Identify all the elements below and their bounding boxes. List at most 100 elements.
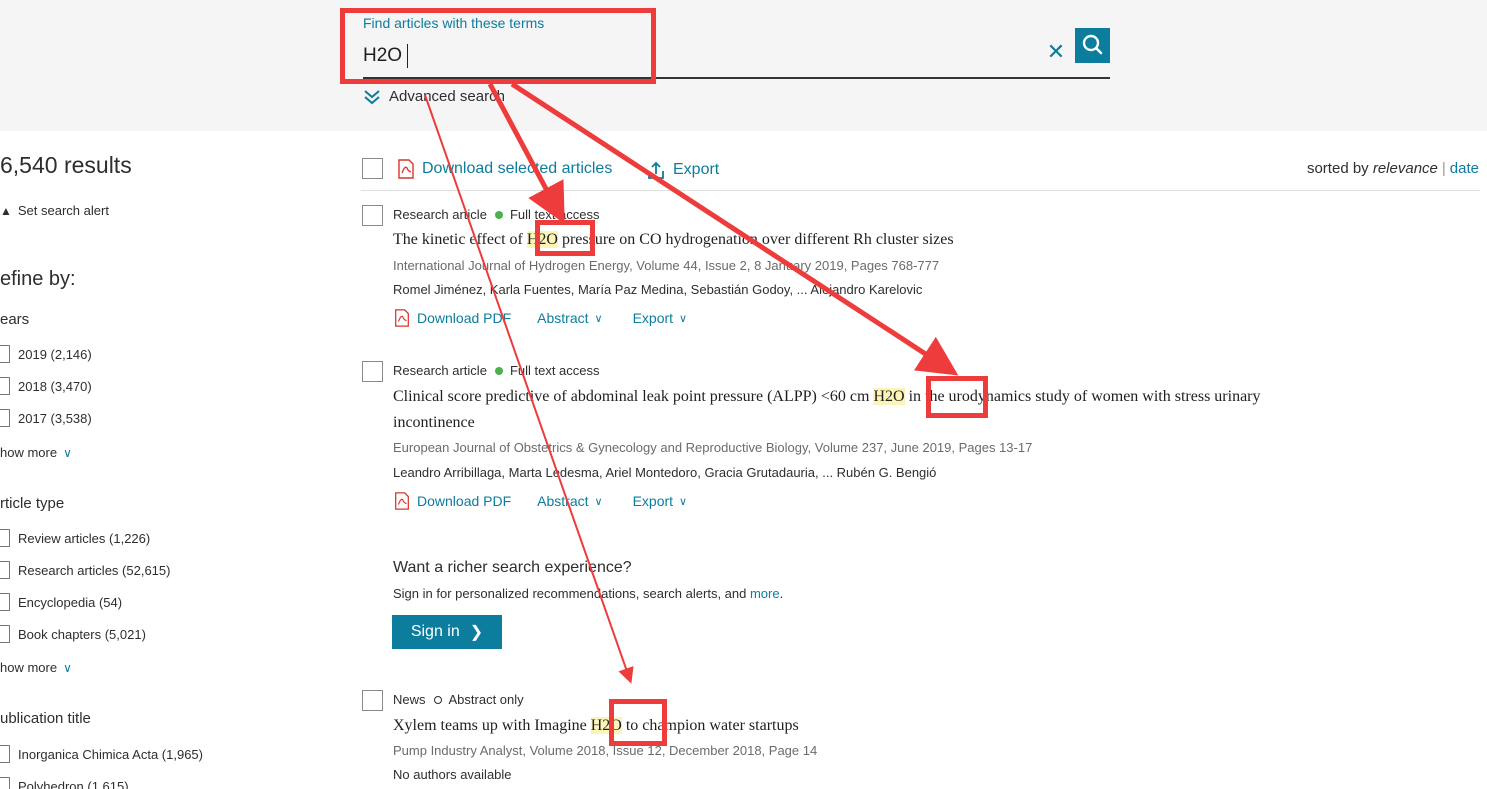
download-pdf-button[interactable]: Download PDF (393, 309, 511, 327)
result-meta: Research article Full text access (393, 363, 600, 378)
download-selected-label: Download selected articles (422, 160, 613, 177)
publication-title-facet-title: ublication title (0, 710, 91, 727)
access-dot-icon (433, 695, 442, 704)
annotation-box-result-3 (609, 699, 667, 746)
article-type-show-more[interactable]: how more ∨ (0, 660, 72, 675)
result-source: Pump Industry Analyst, Volume 2018, Issu… (393, 743, 818, 758)
export-toggle[interactable]: Export ∨ (633, 493, 688, 509)
export-toggle[interactable]: Export ∨ (633, 310, 688, 326)
article-type: News (393, 692, 426, 707)
facet-option-label: 2018 (3,470) (18, 378, 92, 394)
search-button[interactable] (1075, 28, 1110, 63)
facet-option-label: Book chapters (5,021) (18, 626, 146, 642)
facet-option-book-chapters[interactable]: Book chapters (5,021) (0, 625, 146, 643)
facet-option-label: Encyclopedia (54) (18, 594, 123, 610)
title-text: pressure on CO hydrogenation over differ… (557, 231, 954, 248)
checkbox[interactable] (0, 625, 10, 643)
title-text: Clinical score predictive of abdominal l… (393, 388, 874, 405)
facet-option-inorganica[interactable]: Inorganica Chimica Acta (1,965) (0, 745, 203, 763)
promo-text-body: Sign in for personalized recommendations… (393, 586, 750, 601)
facet-option-label: Research articles (52,615) (18, 562, 171, 578)
sort-relevance[interactable]: relevance (1373, 160, 1438, 177)
chevron-down-icon: ∨ (679, 312, 688, 325)
show-more-label: how more (0, 445, 58, 460)
facet-option-research[interactable]: Research articles (52,615) (0, 561, 170, 579)
chevron-down-icon: ∨ (63, 660, 72, 675)
abstract-label: Abstract (537, 493, 589, 509)
promo-text: Sign in for personalized recommendations… (393, 586, 783, 601)
promo-more-link[interactable]: more (750, 586, 780, 601)
chevron-down-icon: ∨ (679, 495, 688, 508)
select-all-checkbox[interactable] (362, 158, 383, 179)
checkbox[interactable] (0, 345, 10, 363)
abstract-toggle[interactable]: Abstract ∨ (537, 310, 602, 326)
checkbox[interactable] (0, 409, 10, 427)
advanced-search-toggle[interactable]: Advanced search (363, 88, 505, 105)
access-label: Abstract only (448, 692, 524, 707)
download-selected-button[interactable]: Download selected articles (396, 159, 612, 179)
checkbox[interactable] (0, 377, 10, 395)
facet-option-2017[interactable]: 2017 (3,538) (0, 409, 92, 427)
pdf-icon (395, 309, 409, 327)
checkbox[interactable] (0, 777, 10, 789)
result-title[interactable]: The kinetic effect of H2O pressure on CO… (393, 227, 954, 253)
facet-option-review[interactable]: Review articles (1,226) (0, 529, 150, 547)
chevron-right-icon: ❯ (469, 624, 484, 641)
facet-option-2018[interactable]: 2018 (3,470) (0, 377, 92, 395)
set-search-alert-link[interactable]: ▲ Set search alert (0, 203, 109, 218)
checkbox[interactable] (0, 593, 10, 611)
facet-option-label: Inorganica Chimica Acta (1,965) (18, 746, 203, 762)
checkbox[interactable] (0, 561, 10, 579)
access-dot-icon (494, 210, 503, 219)
sign-in-button[interactable]: Sign in ❯ (392, 615, 502, 649)
facet-option-label: Polyhedron (1,615) (18, 778, 129, 789)
export-button[interactable]: Export (646, 160, 719, 180)
chevron-down-icon: ∨ (594, 495, 603, 508)
result-authors: Romel Jiménez, Karla Fuentes, María Paz … (393, 282, 923, 297)
search-icon (1082, 34, 1103, 55)
checkbox[interactable] (0, 529, 10, 547)
download-pdf-button[interactable]: Download PDF (393, 492, 511, 510)
promo-title: Want a richer search experience? (393, 559, 632, 576)
facet-option-polyhedron[interactable]: Polyhedron (1,615) (0, 777, 129, 789)
annotation-box-search (340, 8, 656, 84)
facet-option-label: Review articles (1,226) (18, 530, 151, 546)
results-count: 6,540 results (0, 152, 132, 178)
years-facet-title: ears (0, 311, 30, 328)
result-source: International Journal of Hydrogen Energy… (393, 258, 940, 273)
facet-option-encyclopedia[interactable]: Encyclopedia (54) (0, 593, 122, 611)
years-show-more[interactable]: how more ∨ (0, 445, 72, 460)
facet-option-label: 2019 (2,146) (18, 346, 92, 362)
facet-option-2019[interactable]: 2019 (2,146) (0, 345, 92, 363)
abstract-toggle[interactable]: Abstract ∨ (537, 493, 602, 509)
access-dot-icon (494, 366, 503, 375)
result-checkbox[interactable] (362, 690, 383, 711)
chevron-down-icon: ∨ (63, 445, 72, 460)
close-icon[interactable]: ✕ (1045, 41, 1067, 65)
result-checkbox[interactable] (362, 205, 383, 226)
pdf-icon (398, 159, 414, 179)
article-type-facet-title: rticle type (0, 495, 65, 512)
article-type: Research article (393, 207, 487, 222)
result-source: European Journal of Obstetrics & Gynecol… (393, 440, 1033, 455)
checkbox[interactable] (0, 745, 10, 763)
sign-in-label: Sign in (410, 623, 460, 640)
download-pdf-label: Download PDF (417, 310, 512, 326)
access-label: Full text access (509, 363, 600, 378)
toolbar-divider (361, 190, 1480, 191)
refine-heading: efine by: (0, 268, 76, 290)
sort-date-link[interactable]: date (1450, 160, 1479, 177)
sorted-by-label: sorted by (1306, 160, 1369, 177)
export-icon (648, 161, 664, 179)
article-type: Research article (393, 363, 487, 378)
result-authors: No authors available (393, 767, 512, 782)
annotation-box-result-2 (926, 376, 988, 418)
result-checkbox[interactable] (362, 361, 383, 382)
result-actions: Download PDF Abstract ∨ Export ∨ (393, 309, 687, 327)
title-text: incontinence (393, 414, 475, 431)
result-title[interactable]: Xylem teams up with Imagine H2O to champ… (393, 713, 799, 739)
export-label: Export (632, 310, 674, 326)
sort-separator: | (1441, 160, 1446, 177)
pdf-icon (395, 492, 409, 510)
result-title[interactable]: Clinical score predictive of abdominal l… (393, 384, 1433, 436)
